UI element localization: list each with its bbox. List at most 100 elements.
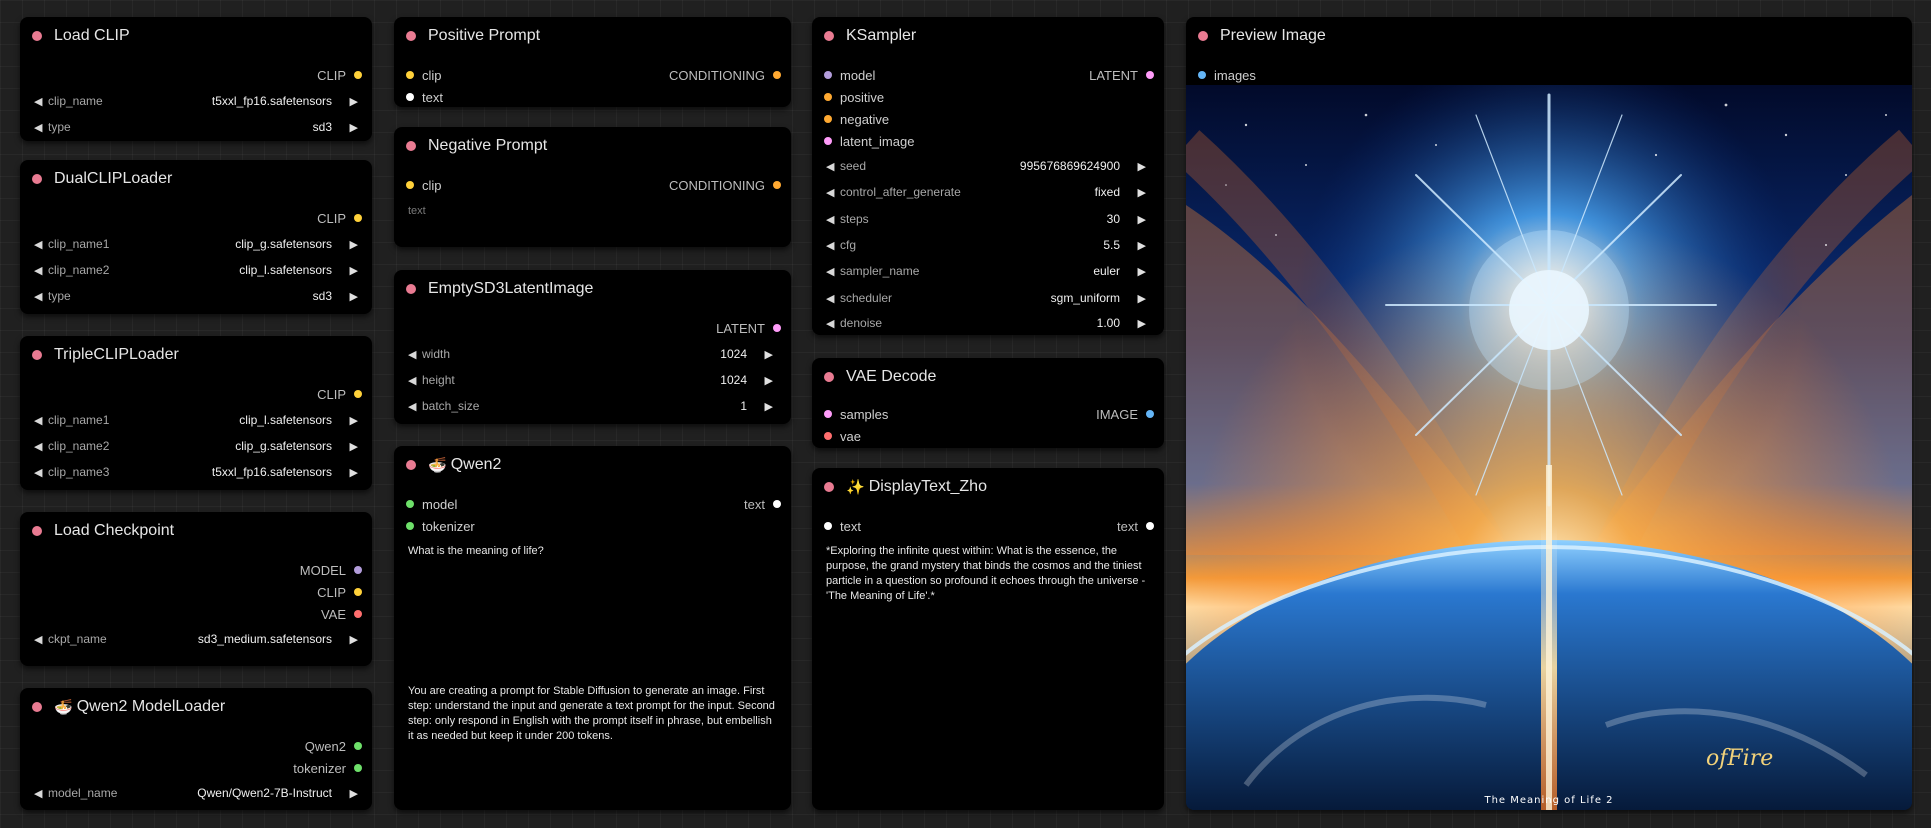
widget-width[interactable]: ◀ width 1024 ▶ xyxy=(408,343,773,365)
decrement-arrow-icon[interactable]: ◀ xyxy=(826,160,838,173)
input-text[interactable]: text xyxy=(824,518,861,534)
output-latent[interactable]: LATENT xyxy=(1089,67,1154,83)
output-slot-dot[interactable] xyxy=(354,566,362,574)
input-positive[interactable]: positive xyxy=(824,89,884,105)
node-title[interactable]: 🍜 Qwen2 xyxy=(406,455,501,475)
widget-denoise[interactable]: ◀ denoise 1.00 ▶ xyxy=(826,313,1146,333)
node-collapse-dot[interactable] xyxy=(824,31,834,41)
decrement-arrow-icon[interactable]: ◀ xyxy=(826,317,838,330)
input-slot-dot[interactable] xyxy=(1198,71,1206,79)
widget-seed[interactable]: ◀ seed 995676869624900 ▶ xyxy=(826,155,1146,177)
node-collapse-dot[interactable] xyxy=(406,31,416,41)
increment-arrow-icon[interactable]: ▶ xyxy=(344,95,358,108)
input-samples[interactable]: samples xyxy=(824,406,888,422)
output-clip[interactable]: CLIP xyxy=(317,67,362,83)
decrement-arrow-icon[interactable]: ◀ xyxy=(34,238,46,251)
node-title[interactable]: Load Checkpoint xyxy=(32,521,174,541)
output-clip[interactable]: CLIP xyxy=(317,210,362,226)
node-collapse-dot[interactable] xyxy=(32,174,42,184)
input-slot-dot[interactable] xyxy=(824,137,832,145)
input-slot-dot[interactable] xyxy=(406,500,414,508)
node-preview-image[interactable]: Preview Image images ofFire The Meaning … xyxy=(1186,17,1912,810)
node-collapse-dot[interactable] xyxy=(406,141,416,151)
system-text-input[interactable]: You are creating a prompt for Stable Dif… xyxy=(408,684,779,794)
output-slot-dot[interactable] xyxy=(354,390,362,398)
output-latent[interactable]: LATENT xyxy=(716,320,781,336)
input-slot-dot[interactable] xyxy=(824,71,832,79)
output-qwen2[interactable]: Qwen2 xyxy=(305,738,362,754)
widget-clip-name1[interactable]: ◀ clip_name1 clip_g.safetensors ▶ xyxy=(34,233,358,255)
increment-arrow-icon[interactable]: ▶ xyxy=(1132,239,1146,252)
increment-arrow-icon[interactable]: ▶ xyxy=(344,414,358,427)
decrement-arrow-icon[interactable]: ◀ xyxy=(408,348,420,361)
preview-image-canvas[interactable]: ofFire The Meaning of Life 2 xyxy=(1186,85,1912,810)
node-ksampler[interactable]: KSampler model positive negative latent_… xyxy=(812,17,1164,335)
increment-arrow-icon[interactable]: ▶ xyxy=(1132,160,1146,173)
node-collapse-dot[interactable] xyxy=(1198,31,1208,41)
node-collapse-dot[interactable] xyxy=(32,31,42,41)
decrement-arrow-icon[interactable]: ◀ xyxy=(826,239,838,252)
widget-type[interactable]: ◀ type sd3 ▶ xyxy=(34,285,358,307)
node-dual-clip-loader[interactable]: DualCLIPLoader CLIP ◀ clip_name1 clip_g.… xyxy=(20,160,372,314)
output-clip[interactable]: CLIP xyxy=(317,386,362,402)
input-slot-dot[interactable] xyxy=(824,522,832,530)
output-slot-dot[interactable] xyxy=(354,610,362,618)
input-slot-dot[interactable] xyxy=(406,93,414,101)
increment-arrow-icon[interactable]: ▶ xyxy=(344,466,358,479)
node-empty-sd3-latent-image[interactable]: EmptySD3LatentImage LATENT ◀ width 1024 … xyxy=(394,270,791,424)
increment-arrow-icon[interactable]: ▶ xyxy=(759,374,773,387)
node-load-checkpoint[interactable]: Load Checkpoint MODEL CLIP VAE ◀ ckpt_na… xyxy=(20,512,372,666)
node-title[interactable]: DualCLIPLoader xyxy=(32,169,172,189)
output-slot-dot[interactable] xyxy=(1146,410,1154,418)
node-collapse-dot[interactable] xyxy=(32,702,42,712)
increment-arrow-icon[interactable]: ▶ xyxy=(344,787,358,800)
input-slot-dot[interactable] xyxy=(824,115,832,123)
input-latent-image[interactable]: latent_image xyxy=(824,133,914,149)
input-clip[interactable]: clip xyxy=(406,67,442,83)
node-title[interactable]: 🍜 Qwen2 ModelLoader xyxy=(32,697,225,717)
widget-sampler-name[interactable]: ◀ sampler_name euler ▶ xyxy=(826,260,1146,282)
output-conditioning[interactable]: CONDITIONING xyxy=(669,67,781,83)
widget-ckpt-name[interactable]: ◀ ckpt_name sd3_medium.safetensors ▶ xyxy=(34,628,358,650)
output-image[interactable]: IMAGE xyxy=(1096,406,1154,422)
input-slot-dot[interactable] xyxy=(824,93,832,101)
decrement-arrow-icon[interactable]: ◀ xyxy=(34,121,46,134)
output-slot-dot[interactable] xyxy=(773,71,781,79)
node-title[interactable]: ✨ DisplayText_Zho xyxy=(824,477,987,497)
input-tokenizer[interactable]: tokenizer xyxy=(406,518,475,534)
decrement-arrow-icon[interactable]: ◀ xyxy=(34,414,46,427)
output-vae[interactable]: VAE xyxy=(321,606,362,622)
node-title[interactable]: Positive Prompt xyxy=(406,26,540,46)
input-slot-dot[interactable] xyxy=(406,71,414,79)
widget-height[interactable]: ◀ height 1024 ▶ xyxy=(408,369,773,391)
increment-arrow-icon[interactable]: ▶ xyxy=(1132,265,1146,278)
node-qwen2-model-loader[interactable]: 🍜 Qwen2 ModelLoader Qwen2 tokenizer ◀ mo… xyxy=(20,688,372,810)
input-vae[interactable]: vae xyxy=(824,428,861,444)
input-slot-dot[interactable] xyxy=(406,522,414,530)
increment-arrow-icon[interactable]: ▶ xyxy=(344,440,358,453)
input-text[interactable]: text xyxy=(406,89,443,105)
increment-arrow-icon[interactable]: ▶ xyxy=(344,264,358,277)
output-slot-dot[interactable] xyxy=(773,324,781,332)
output-slot-dot[interactable] xyxy=(354,742,362,750)
node-collapse-dot[interactable] xyxy=(32,350,42,360)
decrement-arrow-icon[interactable]: ◀ xyxy=(826,265,838,278)
increment-arrow-icon[interactable]: ▶ xyxy=(344,290,358,303)
widget-clip-name2[interactable]: ◀ clip_name2 clip_l.safetensors ▶ xyxy=(34,259,358,281)
widget-cfg[interactable]: ◀ cfg 5.5 ▶ xyxy=(826,234,1146,256)
decrement-arrow-icon[interactable]: ◀ xyxy=(34,466,46,479)
input-images[interactable]: images xyxy=(1198,67,1256,83)
decrement-arrow-icon[interactable]: ◀ xyxy=(408,400,420,413)
display-text-output[interactable]: *Exploring the infinite quest within: Wh… xyxy=(826,544,1152,624)
node-display-text-zho[interactable]: ✨ DisplayText_Zho text text *Exploring t… xyxy=(812,468,1164,810)
decrement-arrow-icon[interactable]: ◀ xyxy=(34,264,46,277)
output-slot-dot[interactable] xyxy=(354,214,362,222)
increment-arrow-icon[interactable]: ▶ xyxy=(1132,213,1146,226)
output-slot-dot[interactable] xyxy=(354,588,362,596)
output-tokenizer[interactable]: tokenizer xyxy=(293,760,362,776)
node-positive-prompt[interactable]: Positive Prompt clip text CONDITIONING xyxy=(394,17,791,107)
increment-arrow-icon[interactable]: ▶ xyxy=(1132,292,1146,305)
input-slot-dot[interactable] xyxy=(824,410,832,418)
widget-batch-size[interactable]: ◀ batch_size 1 ▶ xyxy=(408,395,773,417)
node-title[interactable]: VAE Decode xyxy=(824,367,936,387)
